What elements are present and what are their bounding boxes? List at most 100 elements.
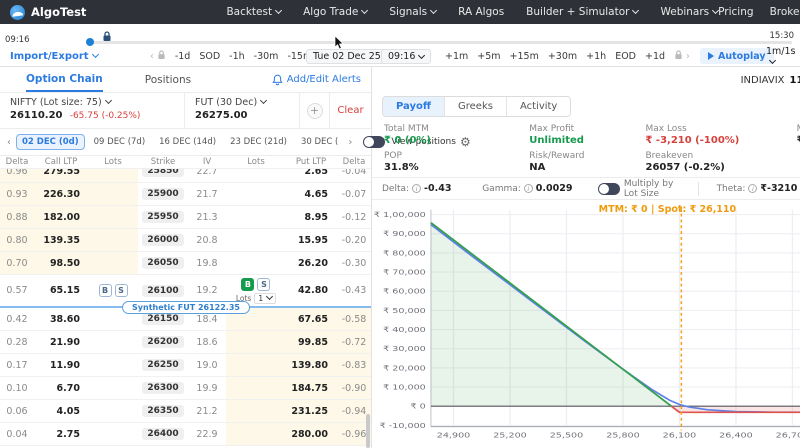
scrollbar-thumb[interactable] bbox=[366, 414, 370, 448]
tab-payoff[interactable]: Payoff bbox=[383, 97, 444, 116]
tab-positions[interactable]: Positions bbox=[145, 67, 191, 92]
option-row-25900[interactable]: 0.93226.302590021.74.65-0.07 bbox=[0, 183, 371, 206]
put-ltp[interactable]: 8.95 bbox=[286, 206, 336, 228]
option-row-25850[interactable]: 0.96279.552585022.72.65-0.04 bbox=[0, 169, 371, 183]
expiry-chip-09-dec-7d[interactable]: 09 DEC (7d) bbox=[89, 135, 151, 149]
brand[interactable]: AlgoTest bbox=[10, 5, 86, 20]
strike-cell[interactable]: 25900 bbox=[138, 183, 188, 205]
strike-cell[interactable]: 26350 bbox=[138, 400, 188, 422]
nav-item-webinars[interactable]: Webinars bbox=[660, 6, 718, 18]
strike-cell[interactable]: 26400 bbox=[138, 423, 188, 445]
call-ltp[interactable]: 98.50 bbox=[34, 252, 88, 274]
put-ltp[interactable]: 280.00 bbox=[286, 423, 336, 445]
call-ltp[interactable]: 65.15 bbox=[34, 275, 88, 306]
step-5m[interactable]: +5m bbox=[477, 51, 500, 62]
call-ltp[interactable]: 38.60 bbox=[34, 308, 88, 330]
step-sod[interactable]: SOD bbox=[199, 51, 220, 62]
option-row-26250[interactable]: 0.1711.902625019.0139.80-0.83 bbox=[0, 354, 371, 377]
option-row-25950[interactable]: 0.88182.002595021.38.95-0.12 bbox=[0, 206, 371, 229]
strike-cell[interactable]: 25850 bbox=[138, 169, 188, 182]
future-select[interactable]: FUT (30 Dec) bbox=[195, 97, 299, 108]
expiry-scroll-right-icon[interactable]: › bbox=[347, 137, 353, 148]
option-row-26350[interactable]: 0.064.052635021.2231.25-0.94 bbox=[0, 400, 371, 423]
expiry-chip-30-dec[interactable]: 30 DEC ( bbox=[296, 135, 343, 149]
put-ltp[interactable]: 67.65 bbox=[286, 308, 336, 330]
put-buy-button[interactable]: B bbox=[241, 278, 254, 291]
put-ltp[interactable]: 184.75 bbox=[286, 377, 336, 399]
tab-greeks[interactable]: Greeks bbox=[444, 97, 506, 116]
put-ltp[interactable]: 99.85 bbox=[286, 331, 336, 353]
tab-option-chain[interactable]: Option Chain bbox=[26, 67, 103, 92]
put-ltp[interactable]: 26.20 bbox=[286, 252, 336, 274]
nav-item-algo-trade[interactable]: Algo Trade bbox=[303, 6, 367, 18]
call-ltp[interactable]: 6.70 bbox=[34, 377, 88, 399]
add-instrument-button[interactable]: + bbox=[307, 103, 323, 119]
option-row-26300[interactable]: 0.106.702630019.9184.75-0.90 bbox=[0, 377, 371, 400]
nav-item-broker-setup[interactable]: Broker Setup bbox=[770, 6, 800, 18]
step-15m[interactable]: +15m bbox=[510, 51, 539, 62]
speed-select[interactable]: 1m/1s bbox=[766, 46, 800, 68]
call-ltp[interactable]: 139.35 bbox=[34, 229, 88, 251]
put-ltp[interactable]: 2.65 bbox=[286, 169, 336, 182]
option-row-26050[interactable]: 0.7098.502605019.826.20-0.30 bbox=[0, 252, 371, 275]
call-ltp[interactable]: 182.00 bbox=[34, 206, 88, 228]
step-1h[interactable]: -1h bbox=[229, 51, 245, 62]
jump-to-end-icon[interactable]: › bbox=[674, 50, 690, 63]
expiry-scroll-left-icon[interactable]: ‹ bbox=[6, 137, 12, 148]
put-ltp[interactable]: 139.80 bbox=[286, 354, 336, 376]
info-icon[interactable]: i bbox=[524, 184, 533, 193]
add-edit-alerts-button[interactable]: Add/Edit Alerts bbox=[272, 74, 361, 86]
call-sell-button[interactable]: S bbox=[115, 284, 128, 297]
multiply-lot-size-toggle[interactable] bbox=[598, 183, 620, 195]
call-ltp[interactable]: 11.90 bbox=[34, 354, 88, 376]
option-row-26400[interactable]: 0.042.752640022.9280.00-0.96 bbox=[0, 423, 371, 446]
call-ltp[interactable]: 4.05 bbox=[34, 400, 88, 422]
put-ltp[interactable]: 4.65 bbox=[286, 183, 336, 205]
call-buy-button[interactable]: B bbox=[99, 284, 112, 297]
import-export-menu[interactable]: Import/Export bbox=[10, 51, 98, 62]
strike-cell[interactable]: 26050 bbox=[138, 252, 188, 274]
jump-to-start-icon[interactable]: ‹ bbox=[150, 50, 166, 63]
strike-cell[interactable]: 26250 bbox=[138, 354, 188, 376]
strike-cell[interactable]: 25950 bbox=[138, 206, 188, 228]
info-icon[interactable]: i bbox=[748, 184, 757, 193]
tab-activity[interactable]: Activity bbox=[506, 97, 570, 116]
step-1d[interactable]: +1d bbox=[645, 51, 665, 62]
put-ltp[interactable]: 42.80 bbox=[286, 275, 336, 306]
strike-cell[interactable]: 26200 bbox=[138, 331, 188, 353]
expiry-chip-23-dec-21d[interactable]: 23 DEC (21d) bbox=[225, 135, 292, 149]
time-select[interactable]: 09:16 bbox=[381, 49, 431, 64]
call-ltp[interactable]: 2.75 bbox=[34, 423, 88, 445]
step-1d[interactable]: -1d bbox=[175, 51, 191, 62]
step-30m[interactable]: +30m bbox=[548, 51, 577, 62]
expiry-chip-16-dec-14d[interactable]: 16 DEC (14d) bbox=[154, 135, 221, 149]
call-ltp[interactable]: 21.90 bbox=[34, 331, 88, 353]
call-ltp[interactable]: 279.55 bbox=[34, 169, 88, 182]
nav-item-pricing[interactable]: Pricing bbox=[718, 6, 753, 18]
step-30m[interactable]: -30m bbox=[254, 51, 279, 62]
step-1m[interactable]: +1m bbox=[445, 51, 468, 62]
call-ltp[interactable]: 226.30 bbox=[34, 183, 88, 205]
lots-select[interactable]: 1 bbox=[254, 293, 276, 304]
strike-cell[interactable]: 26000 bbox=[138, 229, 188, 251]
autoplay-button[interactable]: Autoplay bbox=[700, 48, 774, 64]
put-ltp[interactable]: 231.25 bbox=[286, 400, 336, 422]
underlying-select[interactable]: NIFTY (Lot size: 75) bbox=[10, 97, 184, 108]
step-1h[interactable]: +1h bbox=[586, 51, 606, 62]
put-sell-button[interactable]: S bbox=[257, 278, 270, 291]
nav-item-builder-simulator[interactable]: Builder + Simulator bbox=[526, 6, 638, 18]
put-ltp[interactable]: 15.95 bbox=[286, 229, 336, 251]
timeline-track[interactable] bbox=[88, 41, 792, 44]
option-row-26000[interactable]: 0.80139.352600020.815.95-0.20 bbox=[0, 229, 371, 252]
info-icon[interactable]: i bbox=[412, 184, 421, 193]
step-eod[interactable]: EOD bbox=[615, 51, 636, 62]
clear-button[interactable]: Clear bbox=[337, 105, 363, 116]
option-row-26200[interactable]: 0.2821.902620018.699.85-0.72 bbox=[0, 331, 371, 354]
nav-item-ra-algos[interactable]: RA Algos bbox=[458, 6, 504, 18]
expiry-chip-02-dec-0d[interactable]: 02 DEC (0d) bbox=[16, 134, 85, 150]
strike-cell[interactable]: 26300 bbox=[138, 377, 188, 399]
payoff-chart-svg[interactable]: ₹ 1,00,000₹ 90,000₹ 80,000₹ 70,000₹ 60,0… bbox=[372, 200, 800, 448]
timeline-handle[interactable] bbox=[86, 38, 94, 46]
nav-item-backtest[interactable]: Backtest bbox=[226, 6, 281, 18]
nav-item-signals[interactable]: Signals bbox=[389, 6, 436, 18]
